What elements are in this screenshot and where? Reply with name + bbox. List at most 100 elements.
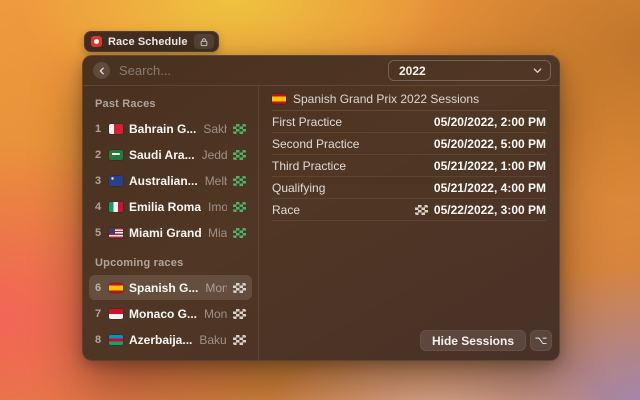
spain-flag-icon [272, 94, 286, 104]
race-name: Emilia Roma... [129, 200, 201, 214]
year-dropdown-value: 2022 [399, 64, 533, 78]
race-name: Bahrain G... [129, 122, 196, 136]
race-status-flag-icon [233, 335, 246, 345]
tab-title: Race Schedule [108, 36, 188, 48]
race-status-flag-icon [233, 228, 246, 238]
race-location: Monte-Carl... [204, 307, 227, 321]
race-index: 5 [93, 227, 103, 239]
session-row[interactable]: Third Practice 05/21/2022, 1:00 PM [272, 155, 546, 177]
race-location: Montreal, C... [200, 359, 227, 361]
race-index: 9 [93, 360, 103, 361]
hide-sessions-label: Hide Sessions [432, 334, 514, 348]
race-schedule-window: 2022 Past Races 1 Bahrain G... Sakhir, B… [82, 55, 560, 361]
race-location: Jeddah, Sa... [202, 148, 227, 162]
race-index: 7 [93, 308, 103, 320]
race-index: 1 [93, 123, 103, 135]
race-list: Past Races 1 Bahrain G... Sakhir, Bahr..… [83, 86, 259, 360]
checkered-flag-icon [415, 205, 428, 215]
monaco-flag-icon [109, 309, 123, 319]
session-label: Race [272, 203, 415, 217]
race-schedule-app-icon [91, 36, 102, 47]
race-status-flag-icon [233, 124, 246, 134]
session-datetime-text: 05/22/2022, 3:00 PM [434, 203, 546, 217]
race-status-flag-icon [233, 283, 246, 293]
chevron-down-icon [533, 66, 542, 75]
azerbaijan-flag-icon [109, 335, 123, 345]
race-row[interactable]: 1 Bahrain G... Sakhir, Bahr... [89, 116, 252, 141]
chevron-left-icon [98, 67, 106, 75]
desktop: { "tab": { "title": "Race Schedule" }, "… [0, 0, 640, 400]
sessions-panel-header: Spanish Grand Prix 2022 Sessions [272, 88, 546, 111]
race-row[interactable]: 2 Saudi Ara... Jeddah, Sa... [89, 142, 252, 167]
race-location: Melbourne,... [205, 174, 227, 188]
footer-actions: Hide Sessions ⌥ [420, 330, 552, 351]
race-row[interactable]: 8 Azerbaija... Baku, Azerb... [89, 327, 252, 352]
session-datetime-text: 05/21/2022, 4:00 PM [434, 181, 546, 195]
session-datetime: 05/21/2022, 1:00 PM [434, 159, 546, 173]
session-label: Third Practice [272, 159, 434, 173]
back-button[interactable] [93, 62, 110, 79]
race-status-flag-icon [233, 150, 246, 160]
race-name: Azerbaija... [129, 333, 192, 347]
race-index: 3 [93, 175, 103, 187]
race-row[interactable]: 5 Miami Grand... Miami, USA [89, 220, 252, 245]
session-row[interactable]: First Practice 05/20/2022, 2:00 PM [272, 111, 546, 133]
session-datetime: 05/21/2022, 4:00 PM [434, 181, 546, 195]
race-index: 4 [93, 201, 103, 213]
race-status-flag-icon [233, 309, 246, 319]
lock-button[interactable] [194, 34, 214, 49]
race-index: 6 [93, 282, 103, 294]
session-label: Second Practice [272, 137, 434, 151]
spain-flag-icon [109, 283, 123, 293]
section-rows: 6 Spanish G... Montmeló,... 7 Monaco G..… [89, 275, 252, 360]
session-label: Qualifying [272, 181, 434, 195]
race-location: Montmeló,... [205, 281, 227, 295]
search-input[interactable] [119, 63, 388, 78]
sessions-panel-title: Spanish Grand Prix 2022 Sessions [293, 92, 479, 106]
lock-icon [199, 37, 209, 47]
race-index: 8 [93, 334, 103, 346]
option-key-icon: ⌥ [535, 334, 548, 347]
race-name: Spanish G... [129, 281, 198, 295]
session-row[interactable]: Qualifying 05/21/2022, 4:00 PM [272, 177, 546, 199]
section-rows: 1 Bahrain G... Sakhir, Bahr... 2 Saudi A… [89, 116, 252, 245]
hide-sessions-button[interactable]: Hide Sessions [420, 330, 526, 351]
race-location: Imola, Italy [208, 200, 227, 214]
bahrain-flag-icon [109, 124, 123, 134]
option-key-button[interactable]: ⌥ [530, 330, 552, 351]
sessions-panel: Spanish Grand Prix 2022 Sessions First P… [259, 86, 559, 360]
race-schedule-tab[interactable]: Race Schedule [84, 31, 219, 52]
race-row[interactable]: 9 Canadian... Montreal, C... [89, 353, 252, 360]
italy-flag-icon [109, 202, 123, 212]
session-row[interactable]: Second Practice 05/20/2022, 5:00 PM [272, 133, 546, 155]
saudi-arabia-flag-icon [109, 150, 123, 160]
race-row[interactable]: 7 Monaco G... Monte-Carl... [89, 301, 252, 326]
race-name: Canadian... [129, 359, 193, 361]
race-status-flag-icon [233, 176, 246, 186]
race-location: Baku, Azerb... [199, 333, 227, 347]
window-header: 2022 [83, 56, 559, 86]
race-row[interactable]: 4 Emilia Roma... Imola, Italy [89, 194, 252, 219]
year-dropdown[interactable]: 2022 [388, 60, 551, 81]
session-datetime: 05/22/2022, 3:00 PM [415, 203, 546, 217]
session-datetime: 05/20/2022, 2:00 PM [434, 115, 546, 129]
race-row[interactable]: 6 Spanish G... Montmeló,... [89, 275, 252, 300]
session-datetime-text: 05/20/2022, 5:00 PM [434, 137, 546, 151]
race-location: Miami, USA [208, 226, 227, 240]
race-status-flag-icon [233, 202, 246, 212]
race-name: Monaco G... [129, 307, 197, 321]
race-index: 2 [93, 149, 103, 161]
session-list: First Practice 05/20/2022, 2:00 PM Secon… [272, 111, 546, 221]
session-datetime-text: 05/21/2022, 1:00 PM [434, 159, 546, 173]
section-title: Upcoming races [95, 257, 252, 269]
session-label: First Practice [272, 115, 434, 129]
session-datetime-text: 05/20/2022, 2:00 PM [434, 115, 546, 129]
race-row[interactable]: 3 Australian... Melbourne,... [89, 168, 252, 193]
usa-flag-icon [109, 228, 123, 238]
race-name: Australian... [129, 174, 198, 188]
race-location: Sakhir, Bahr... [203, 122, 227, 136]
session-row[interactable]: Race 05/22/2022, 3:00 PM [272, 199, 546, 221]
race-section: Upcoming races 6 Spanish G... Montmeló,.… [89, 257, 252, 360]
race-name: Saudi Ara... [129, 148, 195, 162]
window-body: Past Races 1 Bahrain G... Sakhir, Bahr..… [83, 86, 559, 360]
